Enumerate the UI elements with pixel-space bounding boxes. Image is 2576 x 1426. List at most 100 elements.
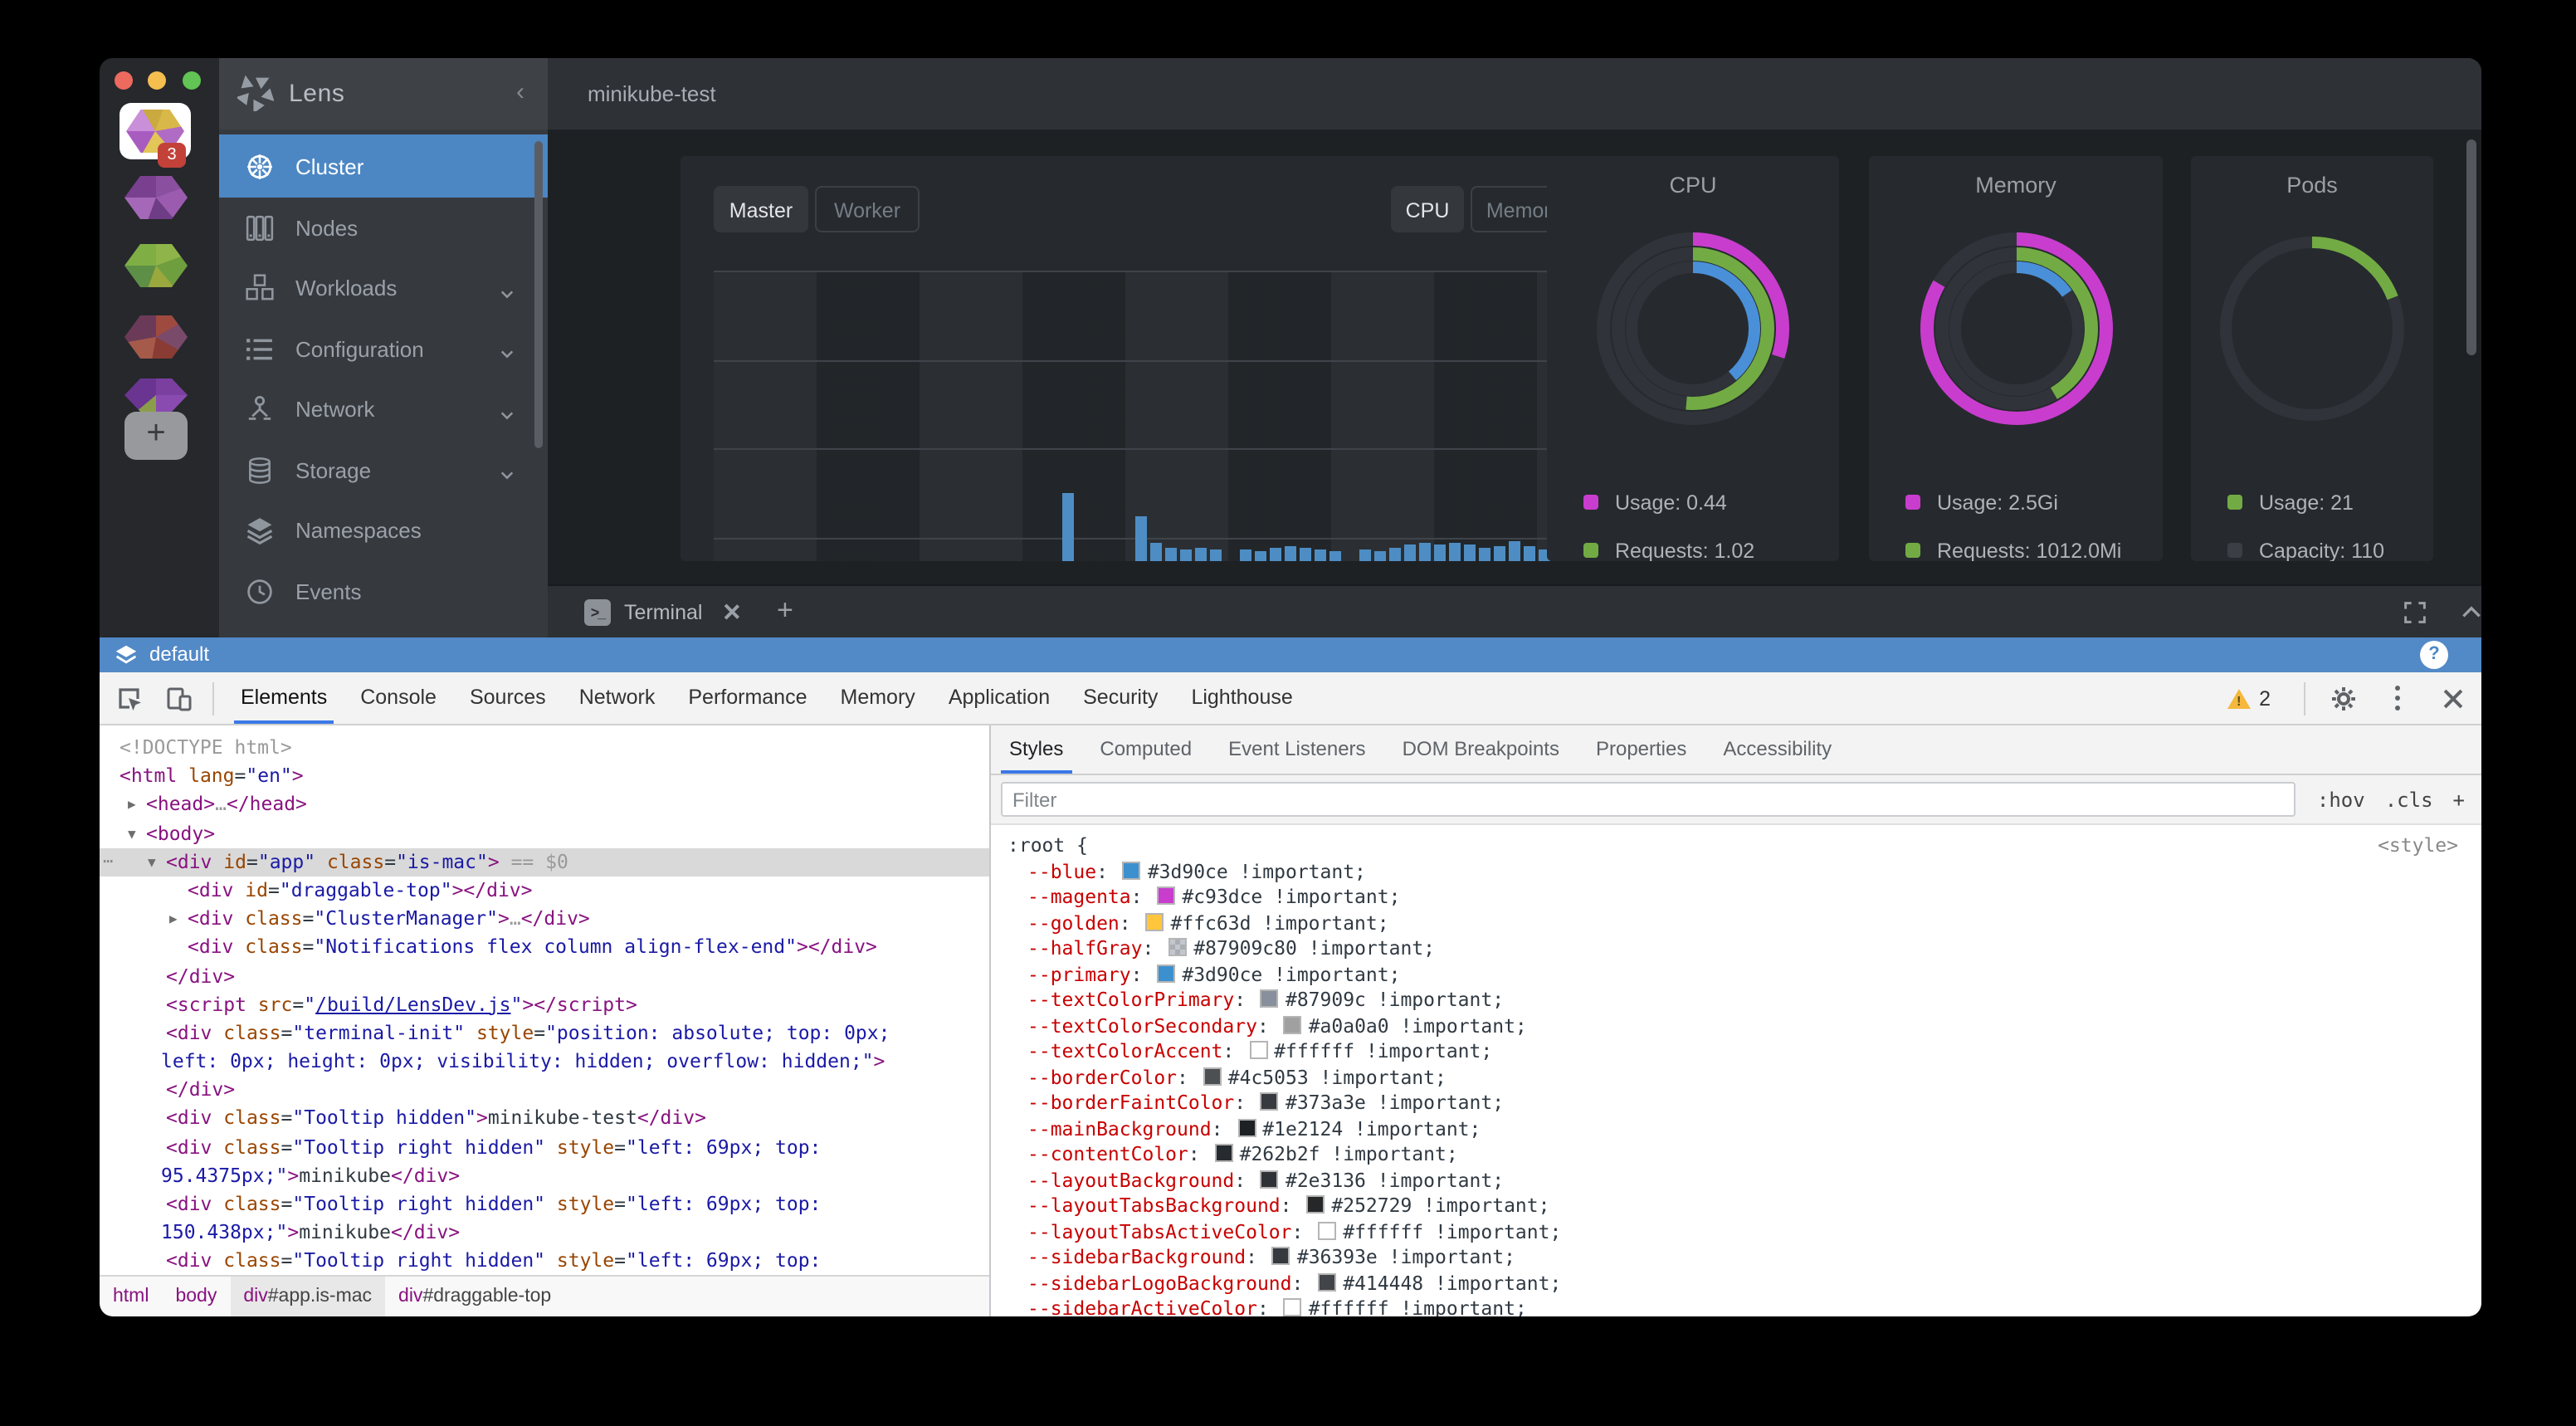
css-property[interactable]: --layoutTabsActiveColor: #ffffff !import… (1007, 1219, 2481, 1245)
sidebar-item-namespaces[interactable]: Namespaces (219, 501, 548, 561)
dom-node[interactable]: <div class="Tooltip right hidden" style=… (100, 1190, 989, 1218)
css-property[interactable]: --borderColor: #4c5053 !important; (1007, 1065, 2481, 1091)
color-swatch[interactable] (1261, 1170, 1279, 1188)
cpu-tab[interactable]: CPU (1391, 186, 1464, 232)
more-options-kebab-icon[interactable] (2395, 696, 2400, 701)
breadcrumb-item[interactable]: body (162, 1277, 230, 1316)
color-swatch[interactable] (1237, 1118, 1256, 1136)
css-property[interactable]: --textColorSecondary: #a0a0a0 !important… (1007, 1013, 2481, 1039)
color-swatch[interactable] (1123, 861, 1141, 879)
warning-icon[interactable]: ! (2227, 688, 2251, 708)
sidebar-item-configuration[interactable]: Configuration (219, 319, 548, 379)
styles-filter-input[interactable] (1001, 782, 2295, 817)
sidebar-item-events[interactable]: Events (219, 561, 548, 622)
css-property[interactable]: --primary: #3d90ce !important; (1007, 962, 2481, 988)
settings-gear-icon[interactable] (2330, 685, 2357, 711)
master-tab[interactable]: Master (714, 186, 808, 232)
terminal-expand-icon[interactable] (2403, 601, 2427, 624)
color-swatch[interactable] (1157, 964, 1175, 982)
cluster-icon-3[interactable] (124, 244, 188, 287)
css-property[interactable]: --halfGray: #87909c80 !important; (1007, 936, 2481, 962)
sidebar-item-workloads[interactable]: Workloads (219, 258, 548, 319)
chevron-down-icon[interactable] (500, 464, 515, 479)
chevron-down-icon[interactable] (500, 343, 515, 358)
color-swatch[interactable] (1272, 1247, 1290, 1265)
expand-arrow-open-icon[interactable]: ▼ (148, 848, 156, 877)
device-toolbar-icon[interactable] (166, 685, 193, 711)
new-style-rule-button[interactable]: + (2453, 775, 2465, 825)
css-property[interactable]: --magenta: #c93dce !important; (1007, 885, 2481, 911)
styles-tab-styles[interactable]: Styles (991, 725, 1081, 774)
breadcrumb-item[interactable]: div#app.is-mac (230, 1277, 385, 1316)
devtools-tab-sources[interactable]: Sources (453, 672, 563, 724)
dom-node[interactable]: <div class="Tooltip hidden">minikube-tes… (100, 1105, 989, 1133)
css-property[interactable]: --golden: #ffc63d !important; (1007, 911, 2481, 936)
devtools-tab-console[interactable]: Console (344, 672, 453, 724)
macos-minimize-button[interactable] (148, 71, 166, 90)
dom-node[interactable]: <div class="Tooltip right hidden" style=… (100, 1248, 989, 1275)
terminal-add-tab-button[interactable]: + (777, 586, 793, 639)
css-property[interactable]: --sidebarBackground: #36393e !important; (1007, 1245, 2481, 1271)
cluster-icon-4[interactable] (124, 315, 188, 359)
dom-node[interactable]: <div class="terminal-init" style="positi… (100, 1019, 989, 1048)
dom-node[interactable]: 95.4375px;">minikube</div> (100, 1162, 989, 1190)
warning-count[interactable]: 2 (2259, 686, 2271, 710)
node-gutter-menu[interactable]: ⋯ (103, 848, 113, 877)
styles-tab-properties[interactable]: Properties (1578, 725, 1705, 774)
color-swatch[interactable] (1203, 1067, 1222, 1085)
color-swatch[interactable] (1284, 1015, 1302, 1033)
devtools-tab-lighthouse[interactable]: Lighthouse (1174, 672, 1309, 724)
devtools-tab-elements[interactable]: Elements (224, 672, 344, 724)
add-cluster-button[interactable]: + (124, 412, 188, 460)
help-button[interactable]: ? (2420, 641, 2448, 669)
sidebar-item-cluster[interactable]: Cluster (219, 134, 548, 198)
toggle-class-button[interactable]: .cls (2385, 775, 2433, 825)
macos-zoom-button[interactable] (183, 71, 201, 90)
css-property[interactable]: --blue: #3d90ce !important; (1007, 859, 2481, 885)
color-swatch[interactable] (1157, 886, 1175, 905)
devtools-tab-memory[interactable]: Memory (824, 672, 932, 724)
chevron-down-icon[interactable] (500, 403, 515, 418)
breadcrumb-item[interactable]: div#draggable-top (385, 1277, 564, 1316)
styles-tab-computed[interactable]: Computed (1081, 725, 1210, 774)
dom-node[interactable]: ▶<div class="ClusterManager">…</div> (100, 905, 989, 933)
devtools-tab-security[interactable]: Security (1066, 672, 1174, 724)
color-swatch[interactable] (1261, 989, 1279, 1008)
devtools-tab-application[interactable]: Application (932, 672, 1066, 724)
dom-node[interactable]: ▼<body> (100, 819, 989, 847)
devtools-tab-performance[interactable]: Performance (671, 672, 823, 724)
terminal-close-icon[interactable] (722, 603, 740, 621)
color-swatch[interactable] (1249, 1041, 1267, 1059)
chevron-down-icon[interactable] (500, 282, 515, 297)
css-property[interactable]: --sidebarLogoBackground: #414448 !import… (1007, 1271, 2481, 1297)
css-property[interactable]: --sidebarActiveColor: #ffffff !important… (1007, 1297, 2481, 1316)
css-property[interactable]: --mainBackground: #1e2124 !important; (1007, 1116, 2481, 1142)
css-property[interactable]: --borderFaintColor: #373a3e !important; (1007, 1091, 2481, 1116)
css-property[interactable]: --layoutBackground: #2e3136 !important; (1007, 1168, 2481, 1194)
devtools-close-icon[interactable] (2443, 689, 2461, 707)
breadcrumb-item[interactable]: html (100, 1277, 162, 1316)
css-selector[interactable]: :root { (1007, 833, 1088, 857)
styles-tab-dom-breakpoints[interactable]: DOM Breakpoints (1384, 725, 1578, 774)
color-swatch[interactable] (1284, 1298, 1302, 1316)
color-swatch[interactable] (1168, 938, 1187, 956)
styles-tab-accessibility[interactable]: Accessibility (1705, 725, 1850, 774)
sidebar-item-nodes[interactable]: Nodes (219, 198, 548, 258)
sidebar-scrollbar[interactable] (534, 141, 543, 448)
dom-node[interactable]: <html lang="en"> (100, 762, 989, 790)
expand-arrow-closed-icon[interactable]: ▶ (128, 791, 136, 819)
expand-arrow-open-icon[interactable]: ▼ (128, 819, 136, 847)
macos-close-button[interactable] (115, 71, 133, 90)
cluster-icon-2[interactable] (124, 176, 188, 219)
color-swatch[interactable] (1215, 1144, 1233, 1162)
color-swatch[interactable] (1261, 1092, 1279, 1111)
sidebar-item-network[interactable]: Network (219, 379, 548, 440)
dom-node[interactable]: ▶<head>…</head> (100, 791, 989, 819)
color-swatch[interactable] (1318, 1221, 1336, 1239)
sidebar-collapse-icon[interactable]: ‹ (516, 58, 524, 129)
toggle-hover-state-button[interactable]: :hov (2317, 775, 2365, 825)
worker-tab[interactable]: Worker (815, 186, 920, 232)
dom-node[interactable]: <div class="Notifications flex column al… (100, 934, 989, 962)
expand-arrow-closed-icon[interactable]: ▶ (169, 905, 178, 933)
namespace-name[interactable]: default (149, 637, 209, 672)
